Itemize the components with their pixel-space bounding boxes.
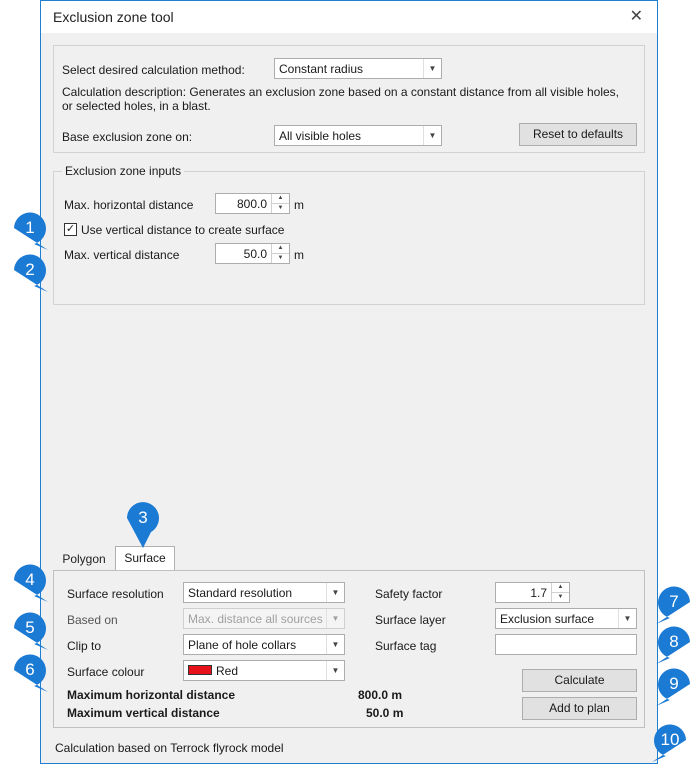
max-horizontal-unit: m — [294, 198, 304, 212]
max-vertical-summary-value: 50.0 m — [366, 706, 404, 720]
arrow-up-icon[interactable]: ▲ — [272, 194, 289, 204]
tab-polygon[interactable]: Polygon — [55, 548, 113, 571]
chevron-down-icon: ▼ — [423, 126, 441, 145]
based-on-dropdown: Max. distance all sources ▼ — [183, 608, 345, 629]
footer-text: Calculation based on Terrock flyrock mod… — [55, 741, 284, 755]
callout-number: 10 — [660, 730, 680, 749]
surface-colour-dropdown[interactable]: Red ▼ — [183, 660, 345, 681]
method-value: Constant radius — [279, 62, 364, 76]
callout-number: 5 — [25, 618, 35, 637]
method-label: Select desired calculation method: — [62, 63, 245, 77]
max-horizontal-label: Max. horizontal distance — [64, 198, 194, 212]
base-dropdown[interactable]: All visible holes ▼ — [274, 125, 442, 146]
stepper-buttons[interactable]: ▲ ▼ — [551, 583, 569, 602]
max-vertical-stepper[interactable]: 50.0 ▲ ▼ — [215, 243, 290, 264]
surface-tab-panel: Surface resolution Standard resolution ▼… — [53, 570, 645, 728]
arrow-down-icon[interactable]: ▼ — [272, 204, 289, 213]
callout-number: 1 — [25, 218, 35, 237]
callout-number: 4 — [25, 570, 35, 589]
arrow-down-icon[interactable]: ▼ — [272, 254, 289, 263]
callout-marker: 10 — [648, 718, 692, 762]
callout-marker: 8 — [652, 622, 696, 666]
surface-tag-label: Surface tag — [375, 639, 437, 653]
title-bar: Exclusion zone tool ✕ — [41, 1, 657, 33]
chevron-down-icon: ▼ — [326, 609, 344, 628]
reset-defaults-button[interactable]: Reset to defaults — [519, 123, 637, 146]
max-horizontal-stepper[interactable]: 800.0 ▲ ▼ — [215, 193, 290, 214]
surface-layer-value: Exclusion surface — [500, 612, 595, 626]
surface-resolution-value: Standard resolution — [188, 586, 293, 600]
use-vertical-checkbox[interactable]: ✓ — [64, 223, 77, 236]
surface-layer-label: Surface layer — [375, 613, 446, 627]
clip-to-value: Plane of hole collars — [188, 638, 297, 652]
callout-marker: 9 — [652, 664, 696, 708]
callout-marker: 4 — [8, 560, 52, 604]
callout-number: 8 — [669, 632, 679, 651]
close-icon[interactable]: ✕ — [630, 6, 643, 26]
max-vertical-label: Max. vertical distance — [64, 248, 180, 262]
method-dropdown[interactable]: Constant radius ▼ — [274, 58, 442, 79]
callout-number: 3 — [138, 508, 148, 527]
arrow-up-icon[interactable]: ▲ — [552, 583, 569, 593]
inputs-group: Exclusion zone inputs Max. horizontal di… — [53, 164, 645, 305]
max-horizontal-summary-label: Maximum horizontal distance — [67, 688, 236, 702]
safety-factor-label: Safety factor — [375, 587, 443, 601]
stepper-buttons[interactable]: ▲ ▼ — [271, 244, 289, 263]
clip-to-label: Clip to — [67, 639, 102, 653]
chevron-down-icon: ▼ — [326, 661, 344, 680]
callout-marker: 2 — [8, 250, 52, 294]
max-horizontal-summary-value: 800.0 m — [358, 688, 403, 702]
callout-marker: 5 — [8, 608, 52, 652]
callout-number: 9 — [669, 674, 679, 693]
max-horizontal-value: 800.0 — [236, 197, 267, 211]
callout-marker: 7 — [652, 582, 696, 626]
base-label: Base exclusion zone on: — [62, 130, 193, 144]
surface-tag-input[interactable] — [495, 634, 637, 655]
callout-number: 7 — [669, 592, 679, 611]
arrow-down-icon[interactable]: ▼ — [552, 593, 569, 602]
method-description: Calculation description: Generates an ex… — [62, 85, 619, 113]
callout-marker: 3 — [121, 498, 165, 548]
add-to-plan-button[interactable]: Add to plan — [522, 697, 637, 720]
based-on-label: Based on — [67, 613, 118, 627]
surface-layer-dropdown[interactable]: Exclusion surface ▼ — [495, 608, 637, 629]
use-vertical-label[interactable]: Use vertical distance to create surface — [81, 223, 284, 237]
callout-marker: 6 — [8, 650, 52, 694]
arrow-up-icon[interactable]: ▲ — [272, 244, 289, 254]
clip-to-dropdown[interactable]: Plane of hole collars ▼ — [183, 634, 345, 655]
max-vertical-summary-label: Maximum vertical distance — [67, 706, 220, 720]
colour-swatch — [188, 665, 212, 675]
surface-resolution-label: Surface resolution — [67, 587, 164, 601]
calculate-button[interactable]: Calculate — [522, 669, 637, 692]
safety-factor-value: 1.7 — [530, 586, 547, 600]
chevron-down-icon: ▼ — [618, 609, 636, 628]
max-vertical-value: 50.0 — [243, 247, 267, 261]
chevron-down-icon: ▼ — [326, 635, 344, 654]
window-title: Exclusion zone tool — [53, 9, 174, 25]
chevron-down-icon: ▼ — [423, 59, 441, 78]
surface-colour-value: Red — [216, 664, 239, 678]
stepper-buttons[interactable]: ▲ ▼ — [271, 194, 289, 213]
safety-factor-stepper[interactable]: 1.7 ▲ ▼ — [495, 582, 570, 603]
max-vertical-unit: m — [294, 248, 304, 262]
method-group: Select desired calculation method: Const… — [53, 45, 645, 153]
chevron-down-icon: ▼ — [326, 583, 344, 602]
callout-number: 2 — [25, 260, 35, 279]
callout-number: 6 — [25, 660, 35, 679]
surface-resolution-dropdown[interactable]: Standard resolution ▼ — [183, 582, 345, 603]
base-value: All visible holes — [279, 129, 362, 143]
exclusion-zone-dialog: Exclusion zone tool ✕ Select desired cal… — [40, 0, 658, 764]
tab-surface[interactable]: Surface — [115, 546, 175, 571]
inputs-legend: Exclusion zone inputs — [62, 164, 185, 178]
based-on-value: Max. distance all sources — [188, 612, 323, 626]
surface-colour-label: Surface colour — [67, 665, 145, 679]
checkmark-icon: ✓ — [65, 223, 76, 235]
callout-marker: 1 — [8, 208, 52, 252]
